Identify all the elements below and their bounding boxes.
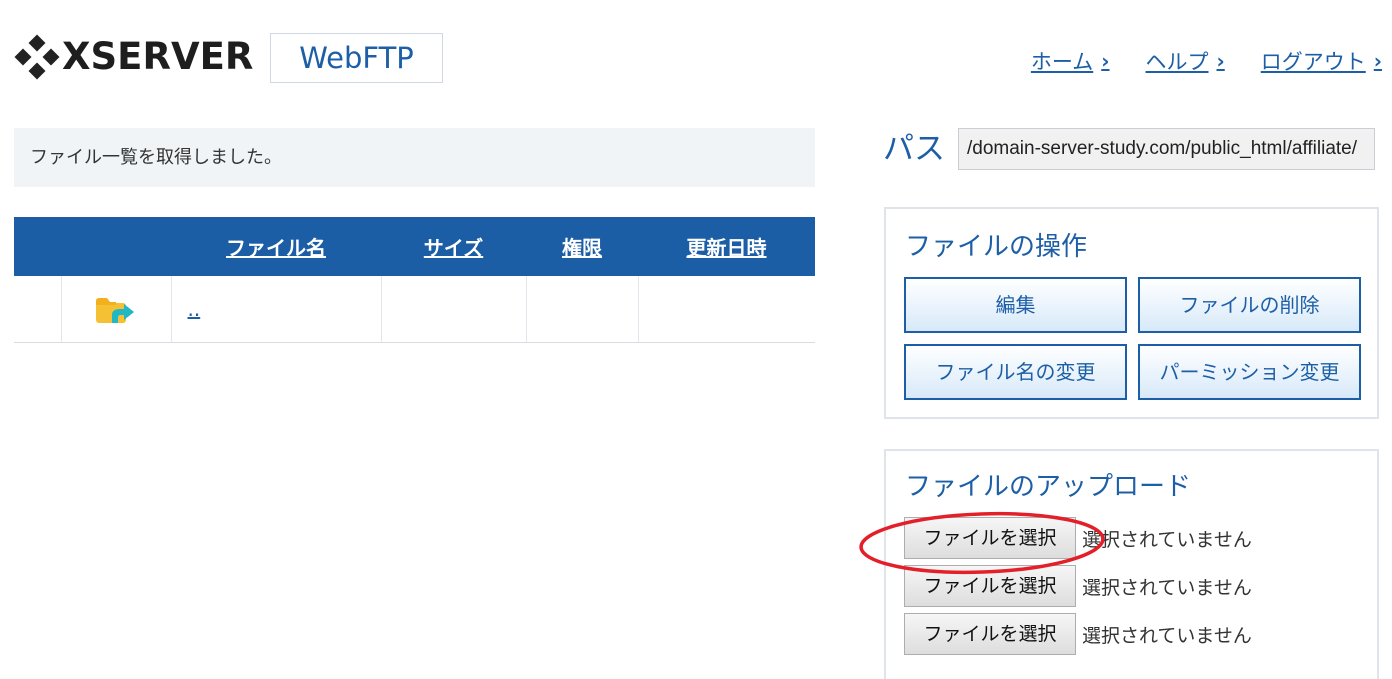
chevron-right-icon: › <box>1216 49 1225 73</box>
parent-directory-link[interactable]: .. <box>172 297 201 321</box>
xserver-logo: XSERVER <box>14 34 253 80</box>
nav-help-link[interactable]: ヘルプ › <box>1146 46 1225 76</box>
column-header-modified[interactable]: 更新日時 <box>638 217 815 276</box>
file-operations-panel: ファイルの操作 編集 ファイルの削除 ファイル名の変更 パーミッション変更 <box>884 207 1379 419</box>
file-operations-title: ファイルの操作 <box>905 232 1088 262</box>
row-size-cell <box>381 276 527 343</box>
row-filename-cell: .. <box>171 276 382 343</box>
logo-text: XSERVER <box>62 35 254 78</box>
chevron-right-icon: › <box>1373 49 1382 73</box>
file-upload-panel: ファイルのアップロード ファイルを選択 選択されていません ファイルを選択 選択… <box>884 449 1379 679</box>
rename-file-button[interactable]: ファイル名の変更 <box>904 344 1127 400</box>
no-file-selected-text: 選択されていません <box>1082 528 1252 551</box>
xserver-diamond-icon <box>14 34 60 80</box>
nav-help-label: ヘルプ <box>1145 50 1209 74</box>
path-label: パス <box>883 131 945 167</box>
change-permission-button[interactable]: パーミッション変更 <box>1138 344 1361 400</box>
choose-file-button[interactable]: ファイルを選択 <box>904 613 1076 655</box>
table-row: .. <box>14 276 815 343</box>
choose-file-button[interactable]: ファイルを選択 <box>904 565 1076 607</box>
row-modified-cell <box>638 276 815 343</box>
table-header-row: ファイル名 サイズ 権限 更新日時 <box>14 217 815 276</box>
parent-folder-icon[interactable] <box>94 293 138 325</box>
file-table: ファイル名 サイズ 権限 更新日時 .. <box>14 217 815 343</box>
upload-row: ファイルを選択 選択されていません <box>904 565 1252 607</box>
status-message: ファイル一覧を取得しました。 <box>14 128 815 187</box>
no-file-selected-text: 選択されていません <box>1082 624 1252 647</box>
column-header-filename[interactable]: ファイル名 <box>171 217 381 276</box>
file-upload-title: ファイルのアップロード <box>905 472 1192 502</box>
nav-home-link[interactable]: ホーム › <box>1031 46 1110 76</box>
choose-file-button[interactable]: ファイルを選択 <box>904 517 1076 559</box>
row-permission-cell <box>526 276 639 343</box>
column-header-checkbox <box>14 217 61 276</box>
path-input[interactable] <box>958 128 1375 170</box>
column-header-icon <box>61 217 171 276</box>
upload-row: ファイルを選択 選択されていません <box>904 613 1252 655</box>
webftp-badge: WebFTP <box>270 33 443 83</box>
nav-logout-link[interactable]: ログアウト › <box>1261 46 1382 76</box>
nav-home-label: ホーム <box>1030 50 1094 74</box>
chevron-right-icon: › <box>1101 49 1110 73</box>
delete-file-button[interactable]: ファイルの削除 <box>1138 277 1361 333</box>
edit-button[interactable]: 編集 <box>904 277 1127 333</box>
column-header-size[interactable]: サイズ <box>381 217 526 276</box>
row-select-cell <box>14 276 62 343</box>
no-file-selected-text: 選択されていません <box>1082 576 1252 599</box>
upload-row: ファイルを選択 選択されていません <box>904 517 1252 559</box>
nav-logout-label: ログアウト <box>1260 50 1366 74</box>
column-header-permission[interactable]: 権限 <box>526 217 638 276</box>
row-icon-cell <box>61 276 172 343</box>
top-nav: ホーム › ヘルプ › ログアウト › <box>995 46 1382 76</box>
